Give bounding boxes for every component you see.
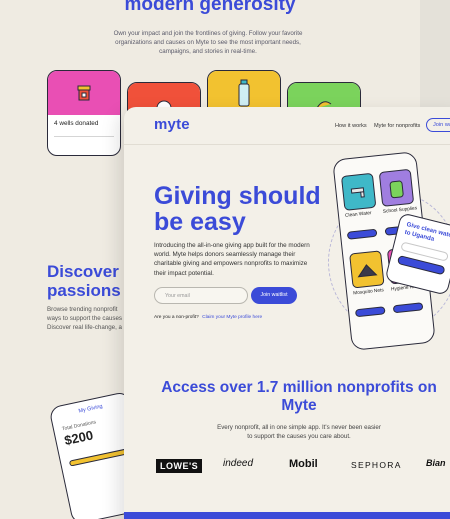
backpack-icon[interactable]	[378, 168, 415, 207]
bianchi-logo: Bian	[426, 458, 446, 468]
hero-description: Introducing the all-in-one giving app bu…	[154, 242, 310, 277]
nonprofit-question: Are you a non-profit?	[154, 315, 199, 320]
tile-label-school-supplies: School Supplies	[382, 206, 418, 215]
nav-link-how-it-works[interactable]: How it works	[335, 123, 367, 129]
indeed-logo: indeed	[223, 458, 254, 469]
discover-text: Browse trending nonprofit ways to suppor…	[47, 306, 122, 331]
mobil-logo: Mobil	[289, 458, 318, 470]
nav-link-nonprofits[interactable]: Myte for nonprofits	[374, 123, 420, 129]
nav-divider	[124, 144, 450, 145]
sephora-logo: SEPHORA	[351, 460, 402, 470]
tile-label-mosquito-nets: Mosquito Nets	[353, 288, 385, 297]
landing-page-panel: myte How it works Myte for nonprofits Jo…	[124, 107, 450, 519]
category-card-wells[interactable]: 4 wells donated	[47, 70, 121, 156]
access-subtitle: Every nonprofit, all in one simple app. …	[217, 424, 381, 440]
claim-profile-link[interactable]: Claim your Myte profile here	[202, 315, 262, 320]
myte-logo[interactable]: myte	[154, 116, 190, 133]
top-navigation: myte How it works Myte for nonprofits Jo…	[124, 107, 450, 143]
faucet-icon[interactable]	[340, 172, 377, 211]
category-card-label: 4 wells donated	[54, 120, 99, 127]
back-page-title: modern generosity	[124, 0, 296, 15]
donate-pill-button[interactable]	[392, 302, 424, 314]
access-heading: Access over 1.7 million nonprofits on My…	[161, 379, 437, 414]
mosquito-net-icon[interactable]	[349, 250, 385, 289]
donate-pill-button[interactable]	[354, 306, 386, 318]
donate-pill-button[interactable]	[346, 228, 378, 240]
water-well-icon	[48, 71, 120, 115]
back-page-subtitle: Own your impact and join the frontlines …	[113, 30, 303, 55]
email-input[interactable]: Your email	[154, 287, 248, 304]
join-waitlist-button[interactable]: Join waitlist	[251, 287, 297, 304]
hero-title: Giving should be easy	[154, 182, 321, 236]
nav-join-button[interactable]: Join waitl	[426, 118, 450, 132]
tile-label-clean-water: Clean Water	[344, 211, 372, 219]
nonprofit-prompt: Are you a non-profit? Claim your Myte pr…	[154, 315, 262, 320]
footer-bar	[124, 512, 450, 519]
lowes-logo: LOWE'S	[156, 459, 203, 473]
